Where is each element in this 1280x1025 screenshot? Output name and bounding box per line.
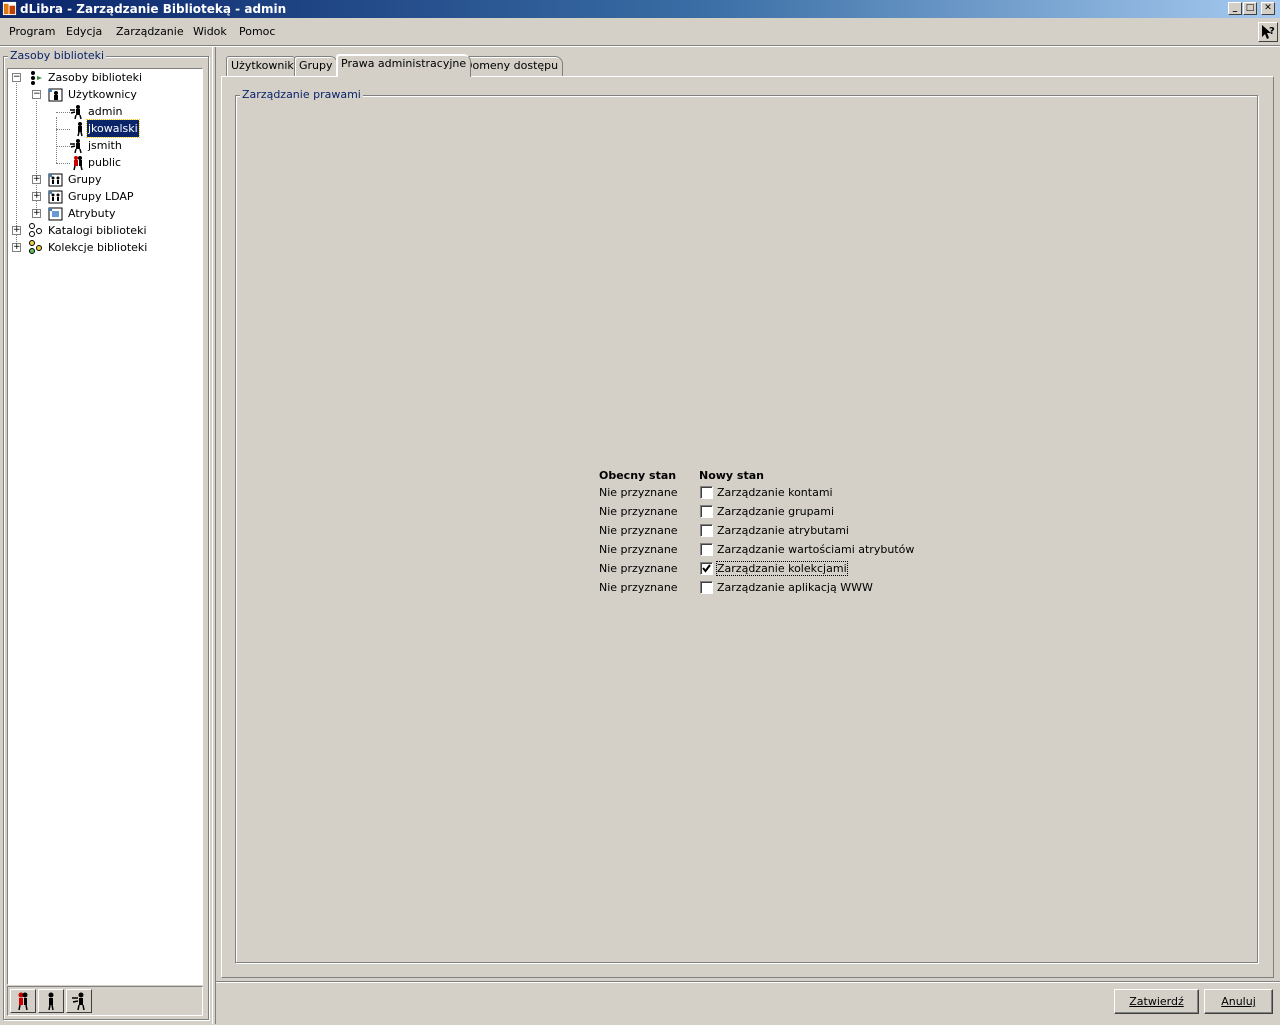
menu-separator (0, 45, 1280, 47)
public-user-icon (18, 992, 28, 1011)
expand-icon[interactable]: + (32, 209, 41, 218)
checkbox-label[interactable]: Zarządzanie aplikacją WWW (717, 581, 873, 594)
tree-label: Grupy LDAP (68, 190, 134, 203)
context-help-button[interactable]: ? (1258, 22, 1278, 42)
tree-node-user-admin[interactable]: admin (8, 103, 198, 120)
tab-access-domains[interactable]: Domeny dostępu (459, 56, 564, 76)
collapse-icon[interactable]: − (12, 73, 21, 82)
admin-user-icon (70, 139, 82, 154)
tree-label: jsmith (88, 139, 122, 152)
tree-node-users[interactable]: − Użytkownicy (8, 86, 198, 103)
cancel-button-label: Anuluj (1221, 995, 1256, 1008)
tree-node-attributes[interactable]: + Atrybuty (8, 205, 198, 222)
checkmark-icon (702, 564, 711, 573)
menu-widok[interactable]: Widok (193, 25, 227, 38)
checkbox-label[interactable]: Zarządzanie kolekcjami (716, 561, 848, 576)
expand-icon[interactable]: + (32, 175, 41, 184)
tree-label: Zasoby biblioteki (48, 71, 143, 84)
tree-label: Katalogi biblioteki (48, 224, 147, 237)
attributes-icon (48, 207, 63, 221)
tree-node-collections[interactable]: + Kolekcje biblioteki (8, 239, 198, 256)
menu-program[interactable]: Program (9, 25, 55, 38)
menu-bar: Program Edycja Zarządzanie Widok Pomoc (0, 20, 1280, 44)
minimize-button[interactable]: _ (1228, 2, 1242, 15)
tree-node-ldap-groups[interactable]: + Grupy LDAP (8, 188, 198, 205)
maximize-button[interactable]: □ (1243, 2, 1257, 15)
tree-label: Kolekcje biblioteki (48, 241, 148, 254)
new-state-header: Nowy stan (699, 469, 764, 482)
current-state-value: Nie przyznane (599, 505, 678, 518)
menu-pomoc[interactable]: Pomoc (239, 25, 275, 38)
svg-text:?: ? (1269, 26, 1275, 37)
current-state-header: Obecny stan (599, 469, 677, 482)
checkbox-label[interactable]: Zarządzanie grupami (717, 505, 834, 518)
panel-splitter[interactable] (212, 47, 216, 1024)
collapse-icon[interactable]: − (32, 90, 41, 99)
cancel-button[interactable]: Anuluj (1204, 989, 1273, 1014)
current-state-value: Nie przyznane (599, 562, 678, 575)
checkbox-www-app[interactable] (700, 581, 713, 594)
collections-icon (29, 240, 42, 254)
catalogs-icon (29, 223, 42, 237)
title-bar: dLibra - Zarządzanie Biblioteką - admin … (0, 0, 1280, 18)
checkbox-groups[interactable] (700, 505, 713, 518)
checkbox-label[interactable]: Zarządzanie kontami (717, 486, 833, 499)
tab-groups[interactable]: Grupy (294, 56, 338, 76)
checkbox-attribute-values[interactable] (700, 543, 713, 556)
tree-label-selected: jkowalski (86, 119, 140, 138)
tree-node-groups[interactable]: + Grupy (8, 171, 198, 188)
add-admin-tool-button[interactable] (66, 989, 92, 1013)
resource-tree[interactable]: − Zasoby biblioteki − Użytkownicy admin (7, 68, 203, 985)
rights-management-legend: Zarządzanie prawami (240, 88, 363, 101)
current-state-value: Nie przyznane (599, 543, 678, 556)
ldap-groups-icon (48, 190, 63, 204)
library-resources-legend: Zasoby biblioteki (8, 49, 107, 62)
tree-toolbar (7, 986, 203, 1016)
current-state-value: Nie przyznane (599, 581, 678, 594)
tree-node-user-jsmith[interactable]: jsmith (8, 137, 198, 154)
confirm-button-label: Zatwierdź (1129, 995, 1184, 1008)
current-state-value: Nie przyznane (599, 486, 678, 499)
tree-node-user-public[interactable]: public (8, 154, 198, 171)
current-state-value: Nie przyznane (599, 524, 678, 537)
app-logo-icon (2, 1, 17, 16)
window-title: dLibra - Zarządzanie Biblioteką - admin (20, 2, 287, 16)
tab-user[interactable]: Użytkownik (226, 56, 299, 76)
user-icon (77, 122, 83, 137)
add-user-tool-button[interactable] (38, 989, 64, 1013)
checkbox-attributes[interactable] (700, 524, 713, 537)
public-user-icon (73, 156, 83, 171)
groups-icon (48, 173, 63, 187)
tab-admin-rights[interactable]: Prawa administracyjne (336, 54, 472, 77)
confirm-button[interactable]: Zatwierdź (1114, 989, 1199, 1014)
admin-user-icon (70, 105, 82, 120)
expand-icon[interactable]: + (12, 243, 21, 252)
tree-label: public (88, 156, 122, 169)
admin-user-icon (72, 992, 85, 1011)
tree-label: Grupy (68, 173, 102, 186)
tree-node-catalogs[interactable]: + Katalogi biblioteki (8, 222, 198, 239)
help-arrow-icon: ? (1262, 25, 1275, 39)
checkbox-accounts[interactable] (700, 486, 713, 499)
expand-icon[interactable]: + (12, 226, 21, 235)
menu-zarzadzanie[interactable]: Zarządzanie (116, 25, 184, 38)
tree-node-root[interactable]: − Zasoby biblioteki (8, 69, 198, 86)
public-user-tool-button[interactable] (10, 989, 36, 1013)
tree-node-user-jkowalski[interactable]: jkowalski (8, 119, 198, 138)
checkbox-label[interactable]: Zarządzanie atrybutami (717, 524, 849, 537)
checkbox-label[interactable]: Zarządzanie wartościami atrybutów (717, 543, 914, 556)
library-resources-icon (31, 71, 42, 85)
tree-label: Użytkownicy (68, 88, 137, 101)
tree-label: admin (88, 105, 123, 118)
menu-edycja[interactable]: Edycja (66, 25, 102, 38)
close-button[interactable]: ✕ (1261, 2, 1275, 15)
users-folder-icon (48, 88, 63, 102)
checkbox-collections[interactable] (700, 562, 713, 575)
tree-label: Atrybuty (68, 207, 116, 220)
user-icon (48, 992, 54, 1011)
expand-icon[interactable]: + (32, 192, 41, 201)
